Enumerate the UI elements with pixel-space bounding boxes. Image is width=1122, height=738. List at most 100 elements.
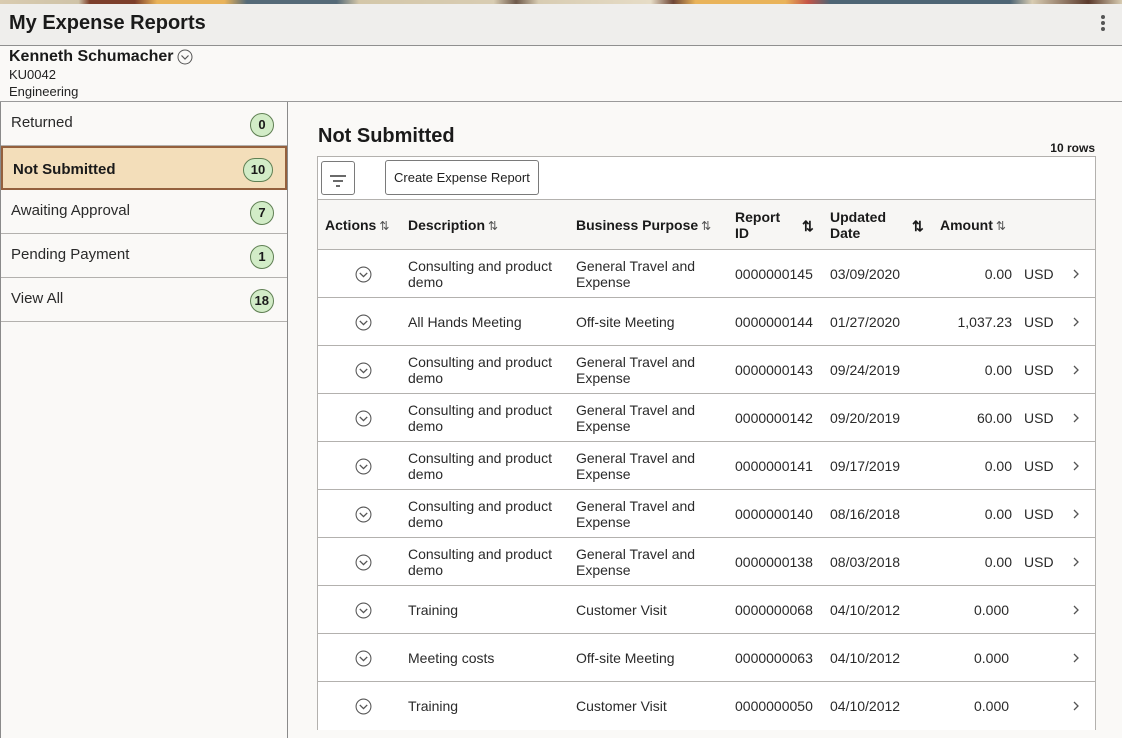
column-header-updated-date[interactable]: Updated Date [830,209,886,241]
sort-icon[interactable]: ⇅ [701,219,711,233]
table-row[interactable]: Consulting and product demo General Trav… [318,394,1095,442]
description-line: Consulting and product [408,354,552,370]
sidebar: Returned 0 Not Submitted 10 Awaiting App… [0,102,288,738]
description-cell: Meeting costs [408,650,494,666]
chevron-right-icon[interactable] [1071,458,1081,474]
column-header-amount[interactable]: Amount ⇅ [940,217,1006,233]
column-header-report-id[interactable]: Report ID [735,209,780,241]
column-label: Actions [325,217,377,233]
sort-icon[interactable]: ⇅ [912,218,924,235]
business-purpose-cell: Customer Visit [576,698,667,714]
business-purpose-line: Customer Visit [576,698,667,714]
column-header-actions[interactable]: Actions ⇅ [325,217,389,233]
row-actions-icon[interactable] [355,602,372,619]
sort-icon[interactable]: ⇅ [488,219,498,233]
currency-cell: USD [1024,410,1054,426]
chevron-down-circle-icon[interactable] [177,49,193,65]
column-label: Description [408,217,486,233]
description-cell: Training [408,602,458,618]
row-actions-icon[interactable] [355,314,372,331]
column-label: Date [830,225,861,241]
table-row[interactable]: Consulting and product demo General Trav… [318,538,1095,586]
row-actions-icon[interactable] [355,410,372,427]
row-actions-icon[interactable] [355,362,372,379]
chevron-right-icon[interactable] [1071,314,1081,330]
column-label: ID [735,225,749,241]
business-purpose-cell: Off-site Meeting [576,314,675,330]
table-row[interactable]: Training Customer Visit 0000000068 04/10… [318,586,1095,634]
currency-cell: USD [1024,266,1054,282]
sort-icon[interactable]: ⇅ [802,218,814,235]
sidebar-item-awaiting-approval[interactable]: Awaiting Approval 7 [1,190,287,234]
table-row[interactable]: Consulting and product demo General Trav… [318,442,1095,490]
table-row[interactable]: Meeting costs Off-site Meeting 000000006… [318,634,1095,682]
report-id-cell: 0000000144 [735,314,813,330]
report-id-cell: 0000000068 [735,602,813,618]
report-id-cell: 0000000145 [735,266,813,282]
business-purpose-cell: General Travel and Expense [576,450,695,482]
row-actions-icon[interactable] [355,266,372,283]
sidebar-item-returned[interactable]: Returned 0 [1,102,287,146]
sidebar-item-pending-payment[interactable]: Pending Payment 1 [1,234,287,278]
description-line: demo [408,562,444,578]
business-purpose-line: General Travel and [576,546,696,562]
description-cell: Consulting and product demo [408,498,552,530]
report-id-cell: 0000000143 [735,362,813,378]
business-purpose-line: Expense [576,274,631,290]
column-label: Report [735,209,781,225]
business-purpose-cell: General Travel and Expense [576,546,695,578]
table-row[interactable]: Consulting and product demo General Trav… [318,490,1095,538]
column-header-business-purpose[interactable]: Business Purpose ⇅ [576,217,711,233]
sort-icon[interactable]: ⇅ [379,219,389,233]
report-id-cell: 0000000063 [735,650,813,666]
sidebar-item-label: Awaiting Approval [11,202,130,219]
row-actions-icon[interactable] [355,506,372,523]
column-header-description[interactable]: Description ⇅ [408,217,498,233]
business-purpose-line: Expense [576,466,631,482]
business-purpose-cell: General Travel and Expense [576,498,695,530]
page-title: My Expense Reports [9,12,206,34]
user-department: Engineering [9,84,79,99]
table-row[interactable]: Consulting and product demo General Trav… [318,346,1095,394]
description-cell: All Hands Meeting [408,314,522,330]
currency-cell: USD [1024,362,1054,378]
chevron-right-icon[interactable] [1071,410,1081,426]
grid-toolbar: Create Expense Report [318,157,1095,200]
report-id-cell: 0000000050 [735,698,813,714]
chevron-right-icon[interactable] [1071,506,1081,522]
updated-date-cell: 04/10/2012 [830,698,901,714]
row-actions-icon[interactable] [355,698,372,715]
kebab-menu-icon[interactable] [1098,14,1108,34]
chevron-right-icon[interactable] [1071,650,1081,666]
chevron-right-icon[interactable] [1071,362,1081,378]
updated-date-cell: 09/24/2019 [830,362,901,378]
chevron-right-icon[interactable] [1071,698,1081,714]
amount-cell: 0.000 [974,698,1010,714]
business-purpose-cell: General Travel and Expense [576,258,695,290]
chevron-right-icon[interactable] [1071,602,1081,618]
updated-date-cell: 03/09/2020 [830,266,901,282]
sidebar-item-label: Pending Payment [11,246,130,263]
description-line: Consulting and product [408,402,552,418]
updated-date-cell: 04/10/2012 [830,602,901,618]
table-row[interactable]: Training Customer Visit 0000000050 04/10… [318,682,1095,730]
description-cell: Consulting and product demo [408,450,552,482]
chevron-right-icon[interactable] [1071,554,1081,570]
sidebar-item-label: View All [11,290,64,307]
business-purpose-line: General Travel and [576,402,696,418]
row-actions-icon[interactable] [355,458,372,475]
row-actions-icon[interactable] [355,650,372,667]
currency-cell: USD [1024,554,1054,570]
description-line: Consulting and product [408,450,552,466]
sidebar-item-view-all[interactable]: View All 18 [1,278,287,322]
row-actions-icon[interactable] [355,554,372,571]
table-row[interactable]: All Hands Meeting Off-site Meeting 00000… [318,298,1095,346]
business-purpose-line: General Travel and [576,354,696,370]
filter-button[interactable] [321,161,355,195]
business-purpose-line: Expense [576,562,631,578]
table-row[interactable]: Consulting and product demo General Trav… [318,250,1095,298]
sort-icon[interactable]: ⇅ [996,219,1006,233]
sidebar-item-not-submitted[interactable]: Not Submitted 10 [1,146,287,190]
create-expense-report-button[interactable]: Create Expense Report [385,160,539,195]
chevron-right-icon[interactable] [1071,266,1081,282]
